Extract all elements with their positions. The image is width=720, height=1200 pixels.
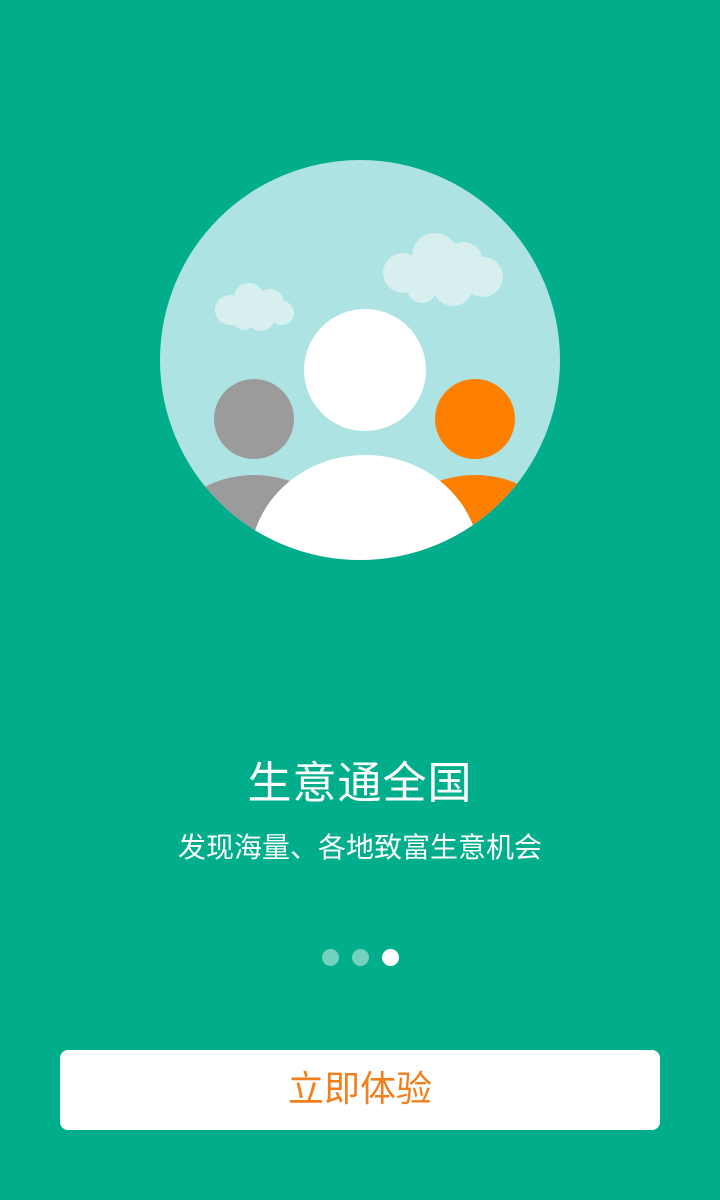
page-title: 生意通全国 xyxy=(247,758,473,809)
page-subtitle: 发现海量、各地致富生意机会 xyxy=(177,831,542,864)
start-experience-button[interactable]: 立即体验 xyxy=(60,1050,660,1130)
people-group-icon xyxy=(160,160,560,560)
pagination-dot-2[interactable] xyxy=(351,949,369,966)
pagination-dot-1[interactable] xyxy=(321,949,339,966)
pagination-dots xyxy=(0,949,720,967)
onboarding-illustration xyxy=(160,160,560,560)
pagination-dot-3-active[interactable] xyxy=(381,949,399,966)
